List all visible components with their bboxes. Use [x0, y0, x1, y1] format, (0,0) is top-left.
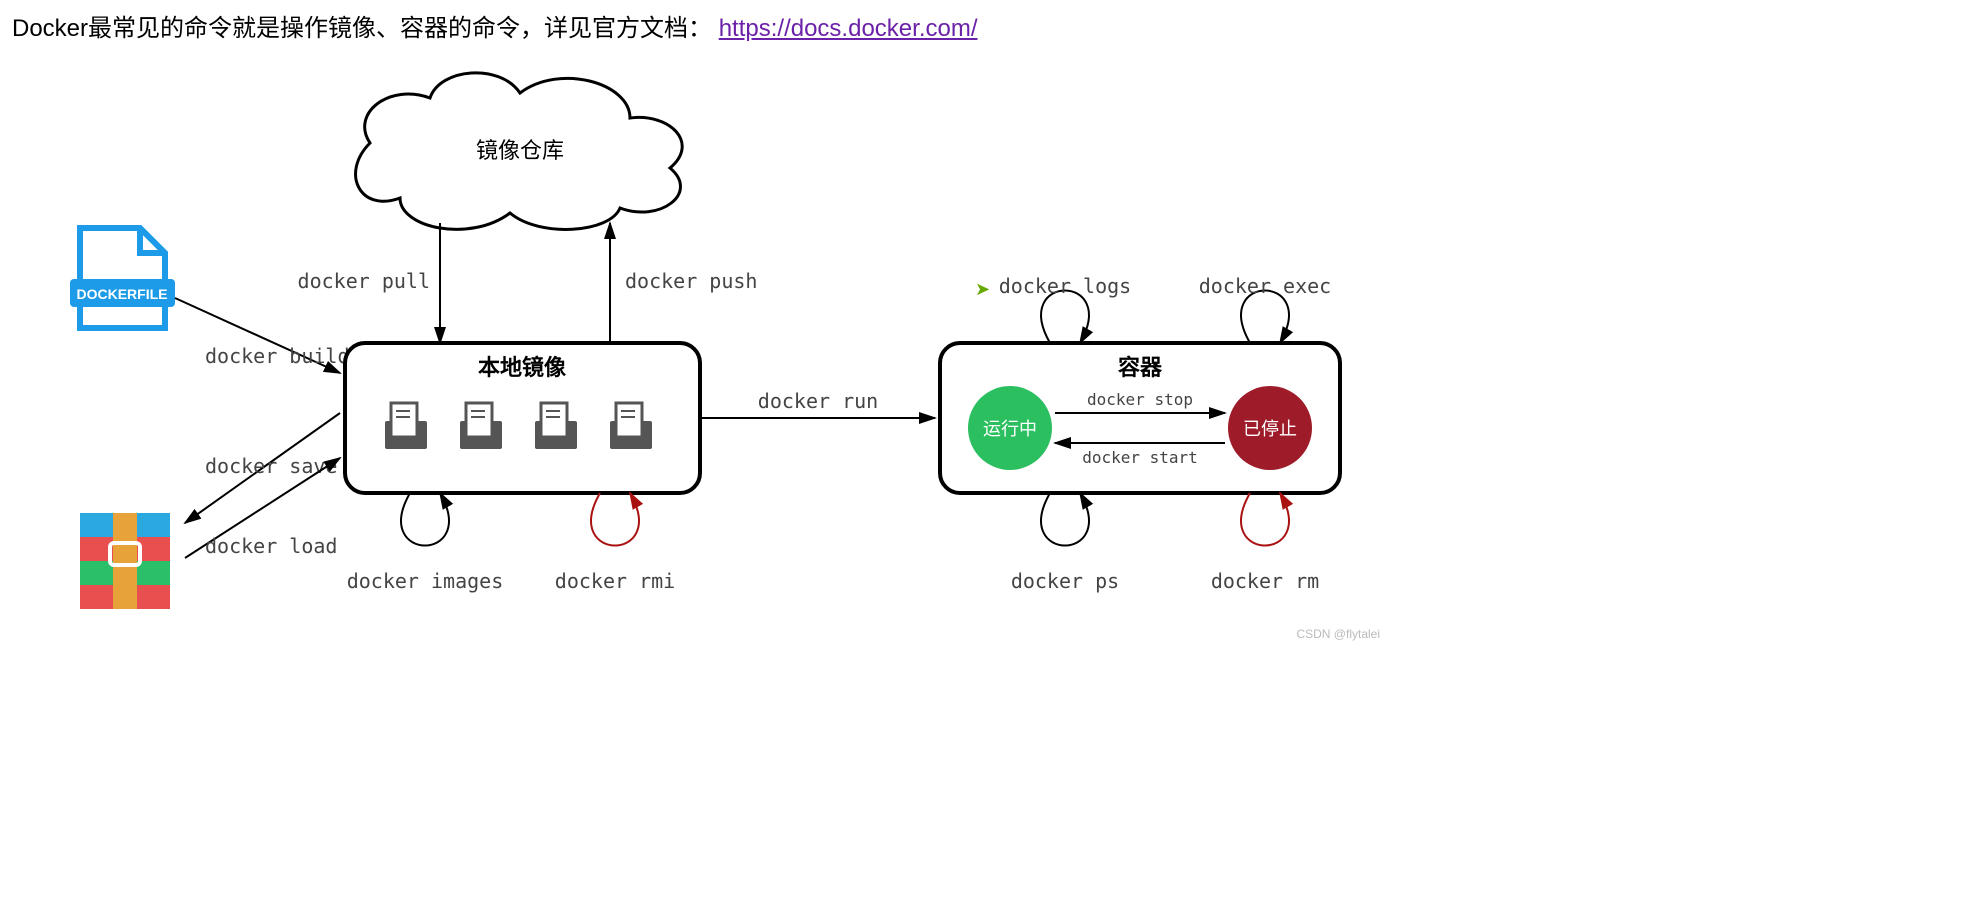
cmd-save: docker save: [205, 454, 337, 478]
state-stopped-label: 已停止: [1243, 419, 1297, 439]
loop-rm: [1241, 493, 1289, 546]
dockerfile-icon: DOCKERFILE: [70, 228, 175, 328]
dockerfile-label: DOCKERFILE: [77, 286, 168, 302]
archive-icon: [80, 513, 170, 609]
cmd-exec: docker exec: [1199, 274, 1331, 298]
intro-text: Docker最常见的命令就是操作镜像、容器的命令，详见官方文档：: [12, 15, 712, 42]
loop-exec: [1241, 291, 1289, 344]
state-running-label: 运行中: [983, 419, 1037, 439]
page-title-line: Docker最常见的命令就是操作镜像、容器的命令，详见官方文档： https:/…: [0, 0, 1961, 43]
container-box: 容器 运行中 已停止 docker stop docker start: [940, 343, 1340, 493]
docs-link[interactable]: https://docs.docker.com/: [719, 15, 978, 42]
cmd-rmi: docker rmi: [555, 569, 675, 593]
cmd-stop: docker stop: [1087, 390, 1193, 409]
local-images-label: 本地镜像: [478, 355, 567, 380]
cmd-pull: docker pull: [298, 269, 430, 293]
loop-logs: [1041, 291, 1089, 344]
diagram-canvas: 镜像仓库 docker pull docker push DOCKERFILE …: [0, 43, 1460, 673]
cursor-icon: ➤: [975, 279, 990, 299]
cmd-logs: docker logs: [999, 274, 1131, 298]
cmd-build: docker build: [205, 344, 350, 368]
cmd-start: docker start: [1082, 448, 1198, 467]
loop-rmi: [591, 493, 639, 546]
cmd-push: docker push: [625, 269, 757, 293]
registry-label: 镜像仓库: [476, 138, 564, 163]
cmd-load: docker load: [205, 534, 337, 558]
watermark: CSDN @flytalei: [1296, 627, 1380, 641]
local-images-box: 本地镜像: [345, 343, 700, 493]
cmd-images: docker images: [347, 569, 504, 593]
loop-ps: [1041, 493, 1089, 546]
cmd-rm: docker rm: [1211, 569, 1319, 593]
registry-cloud: 镜像仓库: [356, 73, 683, 230]
loop-images: [401, 493, 449, 546]
cmd-run: docker run: [758, 389, 878, 413]
container-label: 容器: [1118, 355, 1163, 380]
cmd-ps: docker ps: [1011, 569, 1119, 593]
